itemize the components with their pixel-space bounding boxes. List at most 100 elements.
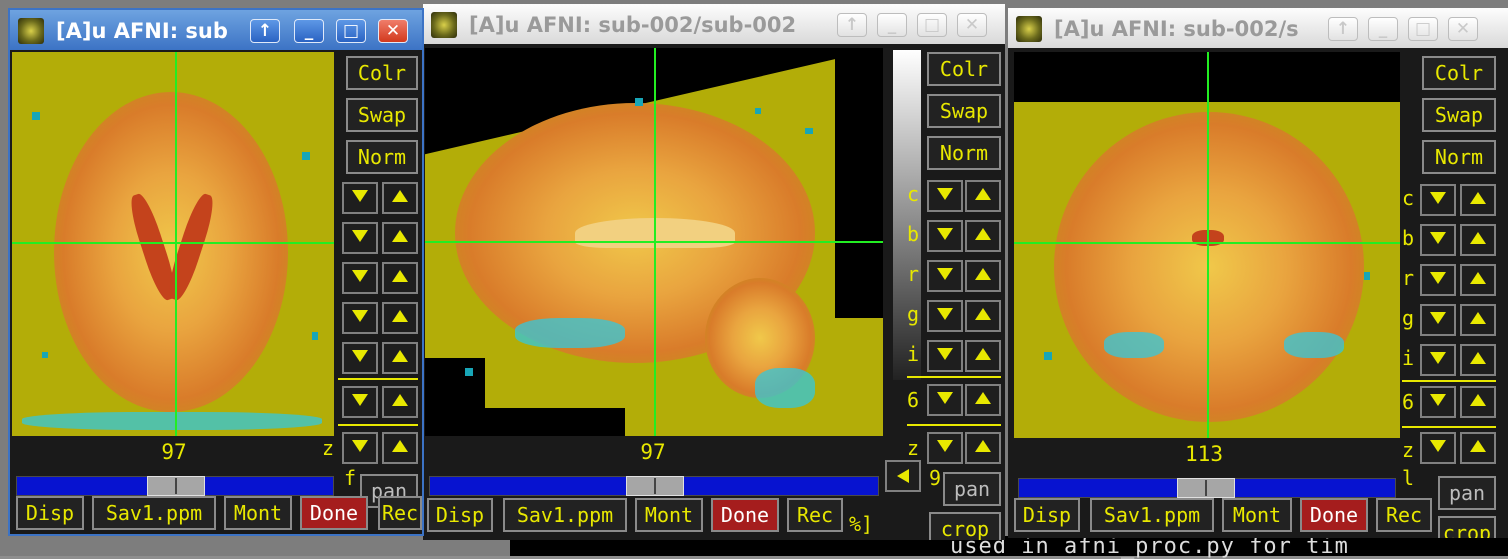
six-down-button[interactable] xyxy=(1420,386,1456,418)
six-down-button[interactable] xyxy=(342,386,378,418)
gamma-down-button[interactable] xyxy=(927,300,963,332)
rotate-down-button[interactable] xyxy=(1420,264,1456,296)
gamma-up-button[interactable] xyxy=(965,300,1001,332)
zoom-up-button[interactable] xyxy=(382,432,418,464)
save-button[interactable]: Sav1.ppm xyxy=(503,498,627,532)
mont-button[interactable]: Mont xyxy=(635,498,703,532)
zoom-up-button[interactable] xyxy=(1460,432,1496,464)
gamma-down-button[interactable] xyxy=(342,302,378,334)
minimize-icon[interactable]: _ xyxy=(1368,17,1398,41)
norm-button[interactable]: Norm xyxy=(346,140,418,174)
gamma-up-button[interactable] xyxy=(382,302,418,334)
zoom-arrow-button[interactable] xyxy=(885,460,921,492)
rec-button[interactable]: Rec xyxy=(378,496,422,530)
done-button[interactable]: Done xyxy=(1300,498,1368,532)
maximize-icon[interactable]: □ xyxy=(336,19,366,43)
raise-arrow-icon[interactable]: ↑ xyxy=(250,19,280,43)
brightness-down-button[interactable] xyxy=(342,222,378,254)
colorbar[interactable] xyxy=(893,50,921,380)
image-down-button[interactable] xyxy=(927,340,963,372)
crop-button[interactable]: crop xyxy=(929,512,1001,540)
afni-app-icon[interactable] xyxy=(18,18,44,44)
save-button[interactable]: Sav1.ppm xyxy=(92,496,216,530)
slider-knob[interactable] xyxy=(1177,478,1235,498)
mont-button[interactable]: Mont xyxy=(1222,498,1292,532)
titlebar[interactable]: [A]u AFNI: sub ↑ _ □ ✕ xyxy=(10,10,422,50)
six-down-button[interactable] xyxy=(927,384,963,416)
pan-button[interactable]: pan xyxy=(943,472,1001,506)
pan-button[interactable]: pan xyxy=(1438,476,1496,510)
raise-arrow-icon[interactable]: ↑ xyxy=(1328,17,1358,41)
close-icon[interactable]: ✕ xyxy=(378,19,408,43)
brightness-up-button[interactable] xyxy=(965,220,1001,252)
brightness-up-button[interactable] xyxy=(1460,224,1496,256)
brightness-down-button[interactable] xyxy=(1420,224,1456,256)
image-down-button[interactable] xyxy=(342,342,378,374)
save-button[interactable]: Sav1.ppm xyxy=(1090,498,1214,532)
rotate-up-button[interactable] xyxy=(965,260,1001,292)
mont-button[interactable]: Mont xyxy=(224,496,292,530)
slider-knob[interactable] xyxy=(626,476,684,496)
minimize-icon[interactable]: _ xyxy=(294,19,324,43)
brightness-up-button[interactable] xyxy=(382,222,418,254)
contrast-down-button[interactable] xyxy=(1420,184,1456,216)
slider-knob[interactable] xyxy=(147,476,205,496)
six-up-button[interactable] xyxy=(382,386,418,418)
rotate-down-button[interactable] xyxy=(927,260,963,292)
swap-button[interactable]: Swap xyxy=(346,98,418,132)
swap-button[interactable]: Swap xyxy=(927,94,1001,128)
rotate-down-button[interactable] xyxy=(342,262,378,294)
slice-slider[interactable] xyxy=(1018,478,1396,498)
contrast-down-button[interactable] xyxy=(927,180,963,212)
zoom-down-button[interactable] xyxy=(342,432,378,464)
minimize-icon[interactable]: _ xyxy=(877,13,907,37)
contrast-up-button[interactable] xyxy=(965,180,1001,212)
colr-button[interactable]: Colr xyxy=(346,56,418,90)
contrast-up-button[interactable] xyxy=(1460,184,1496,216)
norm-button[interactable]: Norm xyxy=(1422,140,1496,174)
image-down-button[interactable] xyxy=(1420,344,1456,376)
titlebar[interactable]: [A]u AFNI: sub-002/s ↑ _ □ ✕ xyxy=(1008,8,1508,48)
zoom-up-button[interactable] xyxy=(965,432,1001,464)
zoom-down-button[interactable] xyxy=(1420,432,1456,464)
swap-button[interactable]: Swap xyxy=(1422,98,1496,132)
gamma-down-button[interactable] xyxy=(1420,304,1456,336)
separator xyxy=(338,378,418,380)
rec-button[interactable]: Rec xyxy=(1376,498,1432,532)
six-up-button[interactable] xyxy=(965,384,1001,416)
crop-button[interactable]: crop xyxy=(1438,516,1496,538)
close-icon[interactable]: ✕ xyxy=(1448,17,1478,41)
slice-slider[interactable] xyxy=(16,476,334,496)
norm-button[interactable]: Norm xyxy=(927,136,1001,170)
zoom-down-button[interactable] xyxy=(927,432,963,464)
maximize-icon[interactable]: □ xyxy=(917,13,947,37)
done-button[interactable]: Done xyxy=(300,496,368,530)
close-icon[interactable]: ✕ xyxy=(957,13,987,37)
image-up-button[interactable] xyxy=(1460,344,1496,376)
image-up-button[interactable] xyxy=(382,342,418,374)
titlebar[interactable]: [A]u AFNI: sub-002/sub-002 ↑ _ □ ✕ xyxy=(423,4,1005,44)
rotate-up-button[interactable] xyxy=(1460,264,1496,296)
axial-image[interactable] xyxy=(12,52,334,436)
afni-app-icon[interactable] xyxy=(1016,16,1042,42)
gamma-up-button[interactable] xyxy=(1460,304,1496,336)
rotate-up-button[interactable] xyxy=(382,262,418,294)
disp-button[interactable]: Disp xyxy=(16,496,84,530)
slice-slider[interactable] xyxy=(429,476,879,496)
coronal-image[interactable] xyxy=(1014,52,1400,438)
rec-button[interactable]: Rec xyxy=(787,498,843,532)
contrast-up-button[interactable] xyxy=(382,182,418,214)
maximize-icon[interactable]: □ xyxy=(1408,17,1438,41)
afni-app-icon[interactable] xyxy=(431,12,457,38)
raise-arrow-icon[interactable]: ↑ xyxy=(837,13,867,37)
sagittal-image[interactable] xyxy=(425,48,883,436)
disp-button[interactable]: Disp xyxy=(1014,498,1080,532)
image-up-button[interactable] xyxy=(965,340,1001,372)
six-up-button[interactable] xyxy=(1460,386,1496,418)
colr-button[interactable]: Colr xyxy=(927,52,1001,86)
done-button[interactable]: Done xyxy=(711,498,779,532)
disp-button[interactable]: Disp xyxy=(427,498,493,532)
colr-button[interactable]: Colr xyxy=(1422,56,1496,90)
brightness-down-button[interactable] xyxy=(927,220,963,252)
contrast-down-button[interactable] xyxy=(342,182,378,214)
